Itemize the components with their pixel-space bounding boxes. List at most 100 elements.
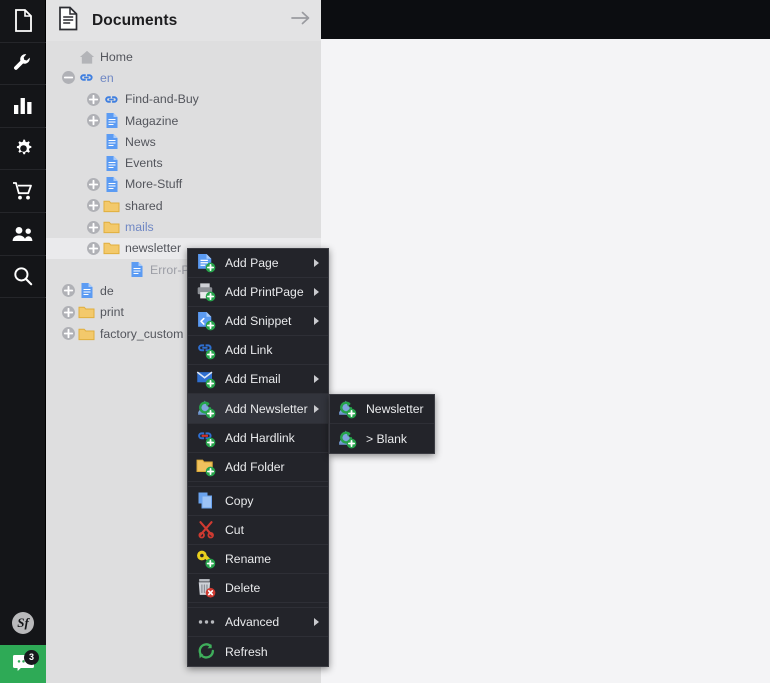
context-menu: Add Page Add PrintPage Add Snippet Add Link…	[187, 248, 329, 668]
menu-item-label: Add Page	[225, 256, 279, 271]
tree-toggle-placeholder	[85, 133, 102, 150]
menu-item-add-email[interactable]: Add Email	[188, 365, 328, 395]
document-icon	[58, 6, 79, 36]
rail-item-messages[interactable]: 3	[0, 645, 46, 683]
rail-item-assets[interactable]	[0, 43, 46, 86]
tree-item-find-and-buy[interactable]: Find-and-Buy	[46, 89, 321, 110]
tree-item-label: Home	[100, 49, 133, 64]
menu-item-rename[interactable]: Rename	[188, 545, 328, 575]
search-icon	[13, 266, 33, 286]
menu-item-copy[interactable]: Copy	[188, 487, 328, 516]
menu-item-delete[interactable]: Delete	[188, 574, 328, 604]
add-newsletter-icon	[196, 399, 216, 419]
chevron-right-icon	[314, 375, 319, 384]
tree-item-label: Magazine	[125, 113, 179, 128]
rail-item-settings[interactable]	[0, 128, 46, 171]
home-icon	[77, 48, 96, 65]
menu-item-add-printpage[interactable]: Add PrintPage	[188, 278, 328, 308]
tree-item-events[interactable]: Events	[46, 152, 321, 173]
submenu-item--blank[interactable]: > Blank	[330, 424, 434, 453]
tree-expand-icon[interactable]	[85, 197, 102, 214]
submenu-item-newsletter[interactable]: Newsletter	[330, 395, 434, 425]
menu-item-label: Copy	[225, 493, 254, 508]
tree-item-en[interactable]: en	[46, 67, 321, 88]
link-icon	[102, 91, 121, 108]
menu-item-label: Add Email	[225, 372, 281, 387]
menu-item-add-folder[interactable]: Add Folder	[188, 453, 328, 482]
rail-item-ecommerce[interactable]	[0, 170, 46, 213]
menu-item-label: Add Hardlink	[225, 430, 295, 445]
add-newsletter-submenu: Newsletter > Blank	[329, 394, 435, 455]
rail-item-documents[interactable]	[0, 0, 46, 43]
tree-expand-icon[interactable]	[85, 112, 102, 129]
chevron-right-icon	[314, 317, 319, 326]
delete-icon	[196, 578, 216, 598]
menu-item-add-link[interactable]: Add Link	[188, 336, 328, 366]
tree-expand-icon[interactable]	[85, 176, 102, 193]
menu-item-add-snippet[interactable]: Add Snippet	[188, 307, 328, 337]
tree-expand-icon[interactable]	[60, 325, 77, 342]
tree-item-label: More-Stuff	[125, 177, 183, 192]
add-email-icon	[196, 369, 216, 389]
tree-item-label: mails	[125, 220, 154, 235]
menu-item-label: Add Folder	[225, 459, 285, 474]
tree-item-shared[interactable]: shared	[46, 195, 321, 216]
tree-item-mails[interactable]: mails	[46, 216, 321, 237]
page-icon	[127, 261, 146, 278]
menu-item-label: Add Newsletter	[225, 401, 308, 416]
rail-item-search[interactable]	[0, 256, 46, 299]
icon-rail: Sf 3	[0, 0, 46, 683]
rail-item-symfony[interactable]: Sf	[0, 600, 46, 645]
menu-item-add-newsletter[interactable]: Add Newsletter	[188, 394, 328, 424]
add-link-icon	[196, 340, 216, 360]
menu-item-label: Add Snippet	[225, 314, 292, 329]
cut-icon	[196, 520, 216, 540]
menu-item-refresh[interactable]: Refresh	[188, 637, 328, 666]
application-window: Sf 3 Documents Home en Find-and-Buy Magazin…	[0, 0, 770, 683]
tree-item-label: en	[100, 70, 114, 85]
menu-item-advanced[interactable]: Advanced	[188, 608, 328, 638]
collapse-panel-button[interactable]	[289, 11, 311, 30]
page-icon	[102, 133, 121, 150]
page-icon	[102, 112, 121, 129]
menu-item-label: Cut	[225, 522, 244, 537]
tree-item-label: shared	[125, 198, 163, 213]
link-icon	[77, 69, 96, 86]
tree-item-home[interactable]: Home	[46, 46, 321, 67]
menu-item-add-hardlink[interactable]: Add Hardlink	[188, 424, 328, 453]
add-hardlink-icon	[196, 428, 216, 448]
rename-icon	[196, 549, 216, 569]
folder-icon	[102, 197, 121, 214]
tree-expand-icon[interactable]	[85, 219, 102, 236]
bar-chart-icon	[13, 96, 33, 115]
tree-collapse-icon[interactable]	[60, 69, 77, 86]
rail-bottom-group: Sf 3	[0, 600, 46, 683]
symfony-logo: Sf	[12, 611, 34, 634]
tree-item-label: Events	[125, 156, 163, 171]
users-icon	[12, 226, 35, 242]
tree-expand-icon[interactable]	[60, 282, 77, 299]
tree-toggle-placeholder	[85, 155, 102, 172]
add-newsletter-icon	[337, 429, 357, 449]
tree-item-more-stuff[interactable]: More-Stuff	[46, 174, 321, 195]
tree-expand-icon[interactable]	[85, 240, 102, 257]
panel-header: Documents	[46, 0, 321, 41]
document-icon	[14, 9, 33, 33]
menu-item-label: Add PrintPage	[225, 285, 304, 300]
menu-item-add-page[interactable]: Add Page	[188, 249, 328, 279]
tree-item-magazine[interactable]: Magazine	[46, 110, 321, 131]
refresh-icon	[196, 642, 216, 662]
menu-item-label: Rename	[225, 551, 272, 566]
chevron-right-icon	[314, 259, 319, 268]
tree-expand-icon[interactable]	[60, 304, 77, 321]
rail-item-reports[interactable]	[0, 85, 46, 128]
menu-item-cut[interactable]: Cut	[188, 516, 328, 545]
tree-item-news[interactable]: News	[46, 131, 321, 152]
menu-item-label: Refresh	[225, 644, 268, 659]
tree-item-label: de	[100, 283, 114, 298]
tree-expand-icon[interactable]	[85, 91, 102, 108]
main-content-area	[321, 0, 770, 683]
rail-item-customers[interactable]	[0, 213, 46, 256]
page-icon	[102, 155, 121, 172]
shopping-cart-icon	[12, 181, 34, 201]
